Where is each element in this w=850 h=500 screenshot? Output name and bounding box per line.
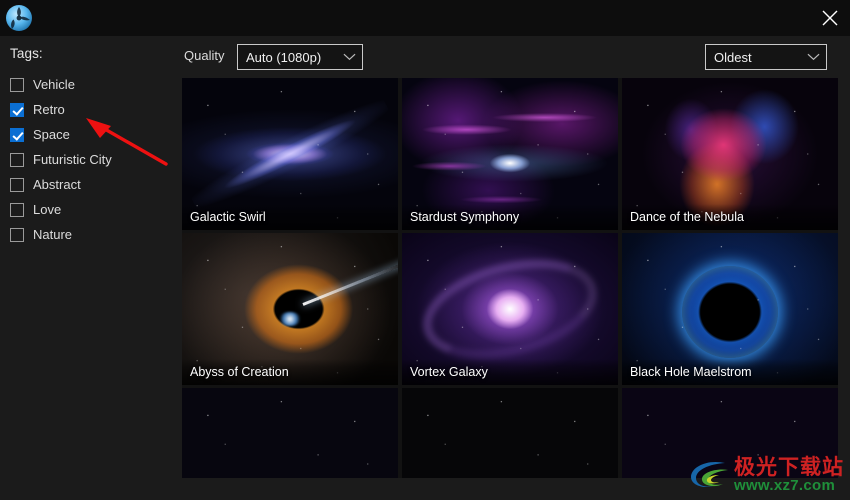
- checkbox-checked-icon[interactable]: [10, 127, 24, 142]
- wallpaper-browser-window: Tags: Vehicle Retro Space Futuristic City Ab…: [0, 0, 850, 500]
- tag-filter-label: Vehicle: [33, 77, 75, 92]
- wallpaper-thumbnail[interactable]: Dance of the Nebula: [622, 78, 838, 230]
- sort-order-value: Oldest: [714, 49, 752, 65]
- starfield-overlay: [182, 388, 398, 478]
- checkbox-unchecked-icon[interactable]: [10, 202, 24, 217]
- wallpaper-grid-inner: Galactic Swirl Stardust Symphony Dance of …: [182, 78, 838, 478]
- wallpaper-title: Abyss of Creation: [182, 359, 398, 385]
- checkbox-unchecked-icon[interactable]: [10, 77, 24, 92]
- close-button[interactable]: [810, 0, 850, 36]
- app-logo-icon: [4, 3, 34, 33]
- wallpaper-title: Black Hole Maelstrom: [622, 359, 838, 385]
- tag-filter-item[interactable]: Retro: [10, 97, 170, 122]
- content-area: Quality Auto (1080p) Oldest Galactic Swi…: [170, 36, 850, 500]
- tag-filter-item[interactable]: Futuristic City: [10, 147, 170, 172]
- chevron-down-icon: [343, 48, 356, 66]
- wallpaper-thumbnail[interactable]: [402, 388, 618, 478]
- quality-dropdown-value: Auto (1080p): [246, 49, 322, 65]
- wallpaper-thumbnail[interactable]: Vortex Galaxy: [402, 233, 618, 385]
- tag-filter-item[interactable]: Love: [10, 197, 170, 222]
- wallpaper-thumbnail[interactable]: Galactic Swirl: [182, 78, 398, 230]
- tags-sidebar: Tags: Vehicle Retro Space Futuristic City Ab…: [0, 36, 170, 500]
- wallpaper-title: Vortex Galaxy: [402, 359, 618, 385]
- tag-filter-item[interactable]: Abstract: [10, 172, 170, 197]
- tags-heading: Tags:: [10, 46, 43, 61]
- starfield-overlay: [622, 388, 838, 478]
- tag-filter-label: Nature: [33, 227, 73, 242]
- wallpaper-grid[interactable]: Galactic Swirl Stardust Symphony Dance of …: [182, 78, 838, 478]
- starfield-overlay: [402, 388, 618, 478]
- checkbox-unchecked-icon[interactable]: [10, 227, 24, 242]
- tag-filter-item[interactable]: Nature: [10, 222, 170, 247]
- titlebar: [0, 0, 850, 36]
- tag-filter-label: Love: [33, 202, 62, 217]
- wallpaper-title: Galactic Swirl: [182, 204, 398, 230]
- tag-filter-item[interactable]: Space: [10, 122, 170, 147]
- close-icon: [822, 10, 838, 26]
- wallpaper-preview-image: [622, 388, 838, 478]
- wallpaper-title: Stardust Symphony: [402, 204, 618, 230]
- quality-dropdown[interactable]: Auto (1080p): [237, 44, 363, 70]
- chevron-down-icon: [807, 48, 820, 66]
- tag-filter-list: Vehicle Retro Space Futuristic City Abstract…: [10, 72, 170, 247]
- tag-filter-label: Futuristic City: [33, 152, 112, 167]
- tag-filter-label: Abstract: [33, 177, 81, 192]
- tag-filter-label: Retro: [33, 102, 65, 117]
- tag-filter-item[interactable]: Vehicle: [10, 72, 170, 97]
- wallpaper-preview-image: [402, 388, 618, 478]
- wallpaper-thumbnail[interactable]: Stardust Symphony: [402, 78, 618, 230]
- checkbox-unchecked-icon[interactable]: [10, 177, 24, 192]
- wallpaper-thumbnail[interactable]: [622, 388, 838, 478]
- quality-label: Quality: [184, 48, 225, 63]
- wallpaper-preview-image: [182, 388, 398, 478]
- wallpaper-thumbnail[interactable]: Abyss of Creation: [182, 233, 398, 385]
- wallpaper-title: Dance of the Nebula: [622, 204, 838, 230]
- tag-filter-label: Space: [33, 127, 70, 142]
- content-toolbar: Quality Auto (1080p) Oldest: [170, 36, 850, 78]
- wallpaper-thumbnail[interactable]: [182, 388, 398, 478]
- checkbox-checked-icon[interactable]: [10, 102, 24, 117]
- checkbox-unchecked-icon[interactable]: [10, 152, 24, 167]
- sort-order-dropdown[interactable]: Oldest: [705, 44, 827, 70]
- wallpaper-thumbnail[interactable]: Black Hole Maelstrom: [622, 233, 838, 385]
